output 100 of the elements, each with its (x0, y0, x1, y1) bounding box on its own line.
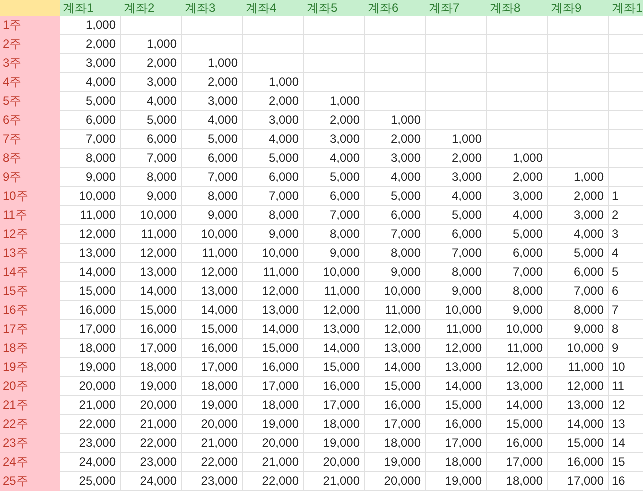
table-cell: 5,000 (426, 206, 487, 225)
table-cell: 24,000 (121, 472, 182, 491)
table-cell: 5,000 (487, 225, 548, 244)
table-cell: 10,000 (60, 187, 121, 206)
table-cell: 6,000 (304, 187, 365, 206)
empty-cell (426, 92, 487, 111)
table-cell: 16,000 (487, 434, 548, 453)
table-cell: 1 (609, 187, 643, 206)
table-cell: 4,000 (487, 206, 548, 225)
table-cell: 4 (609, 244, 643, 263)
row-header: 25주 (0, 472, 60, 491)
table-cell: 19,000 (304, 434, 365, 453)
table-cell: 16,000 (243, 358, 304, 377)
table-cell: 2,000 (60, 35, 121, 54)
table-cell: 18,000 (121, 358, 182, 377)
table-cell: 2,000 (365, 130, 426, 149)
table-cell: 18,000 (60, 339, 121, 358)
empty-cell (304, 16, 365, 35)
table-cell: 7,000 (60, 130, 121, 149)
table-cell: 8,000 (365, 244, 426, 263)
table-cell: 6,000 (548, 263, 609, 282)
table-cell: 14,000 (304, 339, 365, 358)
table-cell: 15,000 (426, 396, 487, 415)
row-header: 16주 (0, 301, 60, 320)
table-cell: 10 (609, 358, 643, 377)
table-cell: 12,000 (60, 225, 121, 244)
table-cell: 13,000 (365, 339, 426, 358)
table-cell: 1,000 (121, 35, 182, 54)
table-cell: 11,000 (365, 301, 426, 320)
empty-cell (304, 54, 365, 73)
table-cell: 17,000 (365, 415, 426, 434)
table-cell: 11,000 (243, 263, 304, 282)
row-header: 5주 (0, 92, 60, 111)
table-cell: 15,000 (243, 339, 304, 358)
table-cell: 3,000 (182, 92, 243, 111)
table-cell: 9,000 (243, 225, 304, 244)
table-cell: 8,000 (548, 301, 609, 320)
table-cell: 7,000 (243, 187, 304, 206)
table-cell: 12,000 (121, 244, 182, 263)
column-header: 계좌3 (182, 0, 243, 16)
table-cell: 15 (609, 453, 643, 472)
table-cell: 17,000 (121, 339, 182, 358)
table-cell: 22,000 (121, 434, 182, 453)
table-cell: 9,000 (426, 282, 487, 301)
table-cell: 14,000 (243, 320, 304, 339)
table-cell: 7,000 (426, 244, 487, 263)
empty-cell (121, 16, 182, 35)
empty-cell (365, 16, 426, 35)
empty-cell (182, 35, 243, 54)
table-cell: 19,000 (365, 453, 426, 472)
table-cell: 19,000 (60, 358, 121, 377)
table-cell: 7,000 (365, 225, 426, 244)
table-cell: 17,000 (426, 434, 487, 453)
row-header: 19주 (0, 358, 60, 377)
table-cell: 12,000 (243, 282, 304, 301)
table-cell: 16,000 (548, 453, 609, 472)
table-cell: 9,000 (121, 187, 182, 206)
table-cell: 3,000 (365, 149, 426, 168)
table-cell: 5,000 (121, 111, 182, 130)
table-cell: 7,000 (548, 282, 609, 301)
table-cell: 3,000 (60, 54, 121, 73)
table-cell: 11,000 (426, 320, 487, 339)
row-header: 2주 (0, 35, 60, 54)
column-header: 계좌7 (426, 0, 487, 16)
column-header: 계좌8 (487, 0, 548, 16)
table-cell: 20,000 (182, 415, 243, 434)
table-cell: 5,000 (548, 244, 609, 263)
column-header: 계좌1 (609, 0, 643, 16)
table-cell: 14,000 (182, 301, 243, 320)
table-cell: 4,000 (548, 225, 609, 244)
table-cell: 8 (609, 320, 643, 339)
row-header: 22주 (0, 415, 60, 434)
table-cell: 6,000 (182, 149, 243, 168)
table-cell: 4,000 (365, 168, 426, 187)
table-cell: 16,000 (426, 415, 487, 434)
column-header: 계좌4 (243, 0, 304, 16)
table-cell: 4,000 (121, 92, 182, 111)
table-cell: 13,000 (243, 301, 304, 320)
table-cell: 17,000 (243, 377, 304, 396)
column-header: 계좌2 (121, 0, 182, 16)
row-header: 1주 (0, 16, 60, 35)
empty-cell (487, 111, 548, 130)
table-cell: 5,000 (365, 187, 426, 206)
table-cell: 11 (609, 377, 643, 396)
table-cell: 17,000 (304, 396, 365, 415)
row-header: 23주 (0, 434, 60, 453)
table-cell: 4,000 (182, 111, 243, 130)
table-cell: 6,000 (243, 168, 304, 187)
table-cell: 10,000 (182, 225, 243, 244)
table-cell: 12,000 (365, 320, 426, 339)
table-cell: 3,000 (548, 206, 609, 225)
corner-cell (0, 0, 60, 16)
table-cell: 8,000 (426, 263, 487, 282)
table-cell: 11,000 (60, 206, 121, 225)
table-cell: 12,000 (304, 301, 365, 320)
row-header: 21주 (0, 396, 60, 415)
table-cell: 1,000 (60, 16, 121, 35)
row-header: 10주 (0, 187, 60, 206)
table-cell: 6,000 (60, 111, 121, 130)
table-cell: 17,000 (548, 472, 609, 491)
